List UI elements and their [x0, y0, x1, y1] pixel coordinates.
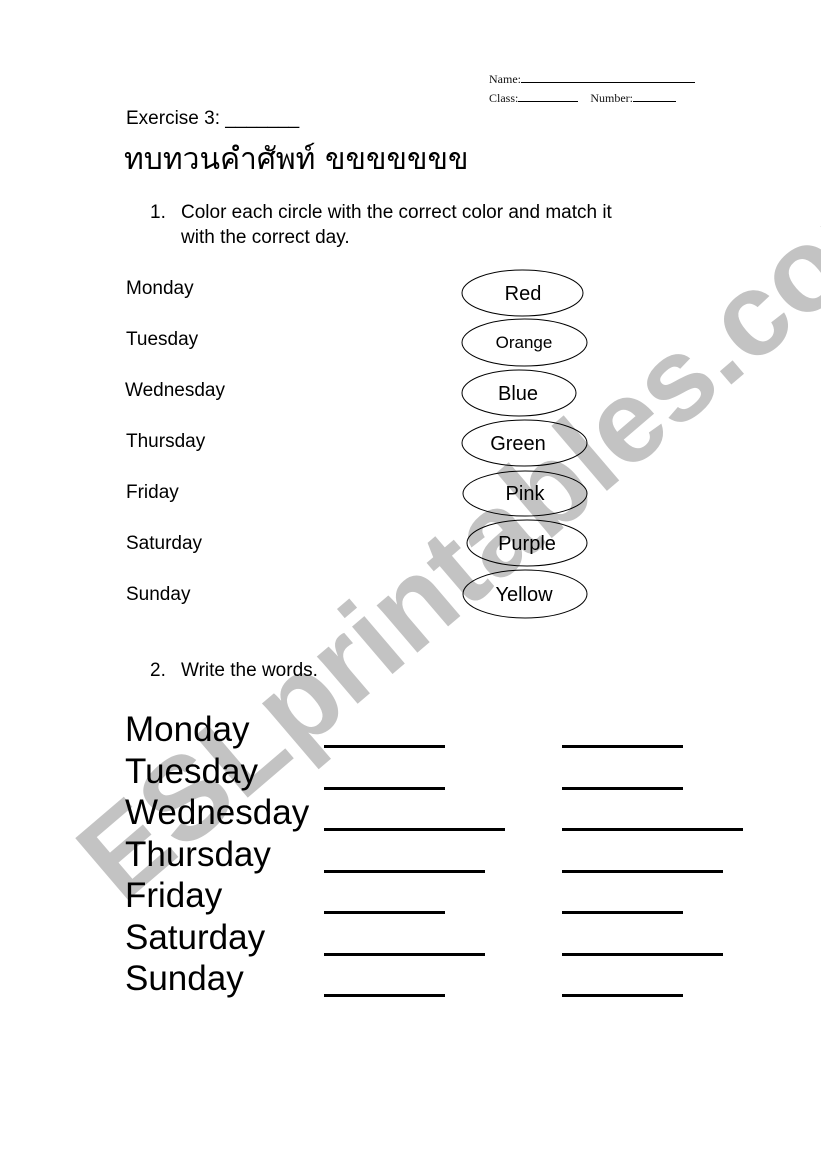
color-label-green: Green	[490, 433, 546, 455]
word-thursday: Thursday	[125, 835, 271, 874]
writing-blank[interactable]	[562, 994, 683, 997]
writing-blank[interactable]	[562, 787, 683, 790]
color-label-blue: Blue	[498, 383, 538, 405]
color-circle-purple[interactable]: Purple	[466, 519, 588, 567]
writing-blank[interactable]	[324, 870, 485, 873]
word-sunday: Sunday	[125, 959, 244, 998]
color-circle-green[interactable]: Green	[461, 419, 588, 467]
color-circles: Red Orange Blue Green Pink Purple Yellow	[461, 269, 588, 619]
writing-blank[interactable]	[562, 745, 683, 748]
writing-blank[interactable]	[562, 911, 683, 914]
color-label-purple: Purple	[498, 533, 556, 555]
writing-blank[interactable]	[562, 828, 743, 831]
color-circle-orange[interactable]: Orange	[461, 318, 588, 367]
color-circle-pink[interactable]: Pink	[462, 470, 588, 517]
color-circle-yellow[interactable]: Yellow	[462, 569, 588, 619]
color-label-yellow: Yellow	[495, 584, 553, 606]
writing-blank[interactable]	[562, 870, 723, 873]
color-circle-blue[interactable]: Blue	[461, 369, 577, 417]
word-wednesday: Wednesday	[125, 793, 310, 832]
word-saturday: Saturday	[125, 918, 266, 957]
writing-blank[interactable]	[562, 953, 723, 956]
color-label-orange: Orange	[496, 333, 553, 352]
writing-blank[interactable]	[324, 953, 485, 956]
writing-blank[interactable]	[324, 911, 445, 914]
color-label-red: Red	[505, 283, 542, 305]
writing-blank[interactable]	[324, 787, 445, 790]
word-friday: Friday	[125, 876, 223, 915]
writing-blank[interactable]	[324, 994, 445, 997]
writing-blank[interactable]	[324, 745, 445, 748]
section2-instruction: Write the words.	[181, 660, 318, 681]
word-tuesday: Tuesday	[125, 752, 258, 791]
color-label-pink: Pink	[506, 483, 546, 505]
color-circle-red[interactable]: Red	[461, 269, 584, 317]
word-monday: Monday	[125, 710, 250, 749]
writing-blank[interactable]	[324, 828, 505, 831]
section2-number: 2.	[150, 660, 166, 681]
